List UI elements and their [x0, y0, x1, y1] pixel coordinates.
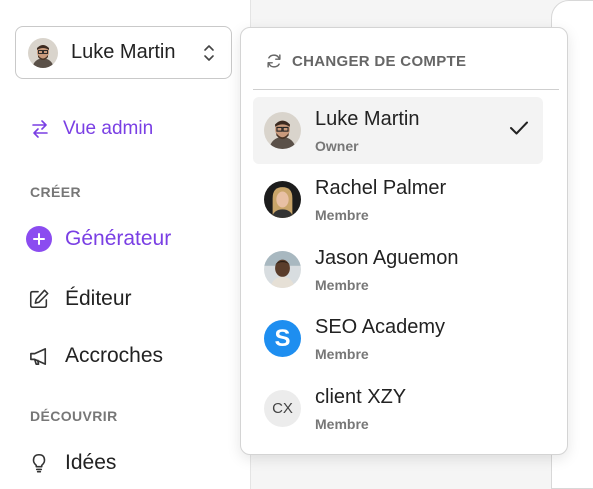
account-role: Owner: [315, 138, 359, 154]
nav-item-generateur[interactable]: Générateur: [25, 225, 171, 253]
lightbulb-icon: [25, 449, 53, 477]
account-name: SEO Academy: [315, 316, 446, 338]
nav-item-label: Générateur: [65, 227, 172, 250]
account-avatar: [264, 112, 301, 149]
account-name: client XZY: [315, 386, 407, 408]
nav-item-label: Accroches: [65, 344, 164, 367]
swap-arrows-icon: [32, 120, 48, 138]
admin-view-label: Vue admin: [63, 118, 154, 139]
nav-item-editeur[interactable]: Éditeur: [25, 285, 132, 313]
dropdown-header-label: CHANGER DE COMPTE: [292, 52, 467, 70]
nav-item-idees[interactable]: Idées: [25, 449, 116, 477]
checkmark-icon: [510, 121, 528, 135]
nav-item-label: Éditeur: [65, 287, 132, 310]
account-option-luke-martin[interactable]: Luke Martin Owner: [253, 97, 543, 164]
current-account-name: Luke Martin: [71, 41, 176, 63]
account-role: Membre: [315, 346, 369, 362]
account-avatar: [264, 251, 301, 288]
account-avatar: CX: [264, 390, 301, 427]
section-label-create: CRÉER: [30, 184, 82, 200]
admin-view-link[interactable]: Vue admin: [30, 118, 153, 140]
edit-icon: [25, 285, 53, 313]
plus-circle-icon: [25, 225, 53, 253]
dropdown-divider: [253, 89, 559, 90]
current-account-avatar: [28, 37, 58, 68]
account-switcher-button[interactable]: Luke Martin: [15, 26, 232, 79]
account-option-seo-academy[interactable]: S SEO Academy Membre: [253, 305, 543, 372]
account-role: Membre: [315, 416, 369, 432]
section-label-discover: DÉCOUVRIR: [30, 408, 118, 424]
dropdown-header: CHANGER DE COMPTE: [265, 52, 466, 70]
refresh-icon: [267, 54, 281, 68]
account-avatar: S: [264, 320, 301, 357]
account-name: Rachel Palmer: [315, 177, 447, 199]
account-role: Membre: [315, 277, 369, 293]
account-option-rachel-palmer[interactable]: Rachel Palmer Membre: [253, 166, 543, 233]
megaphone-icon: [25, 342, 53, 370]
account-avatar: [264, 181, 301, 218]
account-name: Jason Aguemon: [315, 247, 459, 269]
account-role: Membre: [315, 207, 369, 223]
account-name: Luke Martin: [315, 108, 420, 130]
nav-item-label: Idées: [65, 451, 117, 474]
account-switch-dropdown: CHANGER DE COMPTE Luke Martin Owner Rach…: [240, 27, 568, 455]
account-option-client-xzy[interactable]: CX client XZY Membre: [253, 375, 543, 442]
chevron-up-down-icon: [204, 45, 214, 61]
nav-item-accroches[interactable]: Accroches: [25, 342, 163, 370]
account-option-jason-aguemon[interactable]: Jason Aguemon Membre: [253, 236, 543, 303]
app-screen: Luke Martin Vue admin CRÉER Générateur É…: [0, 0, 593, 489]
